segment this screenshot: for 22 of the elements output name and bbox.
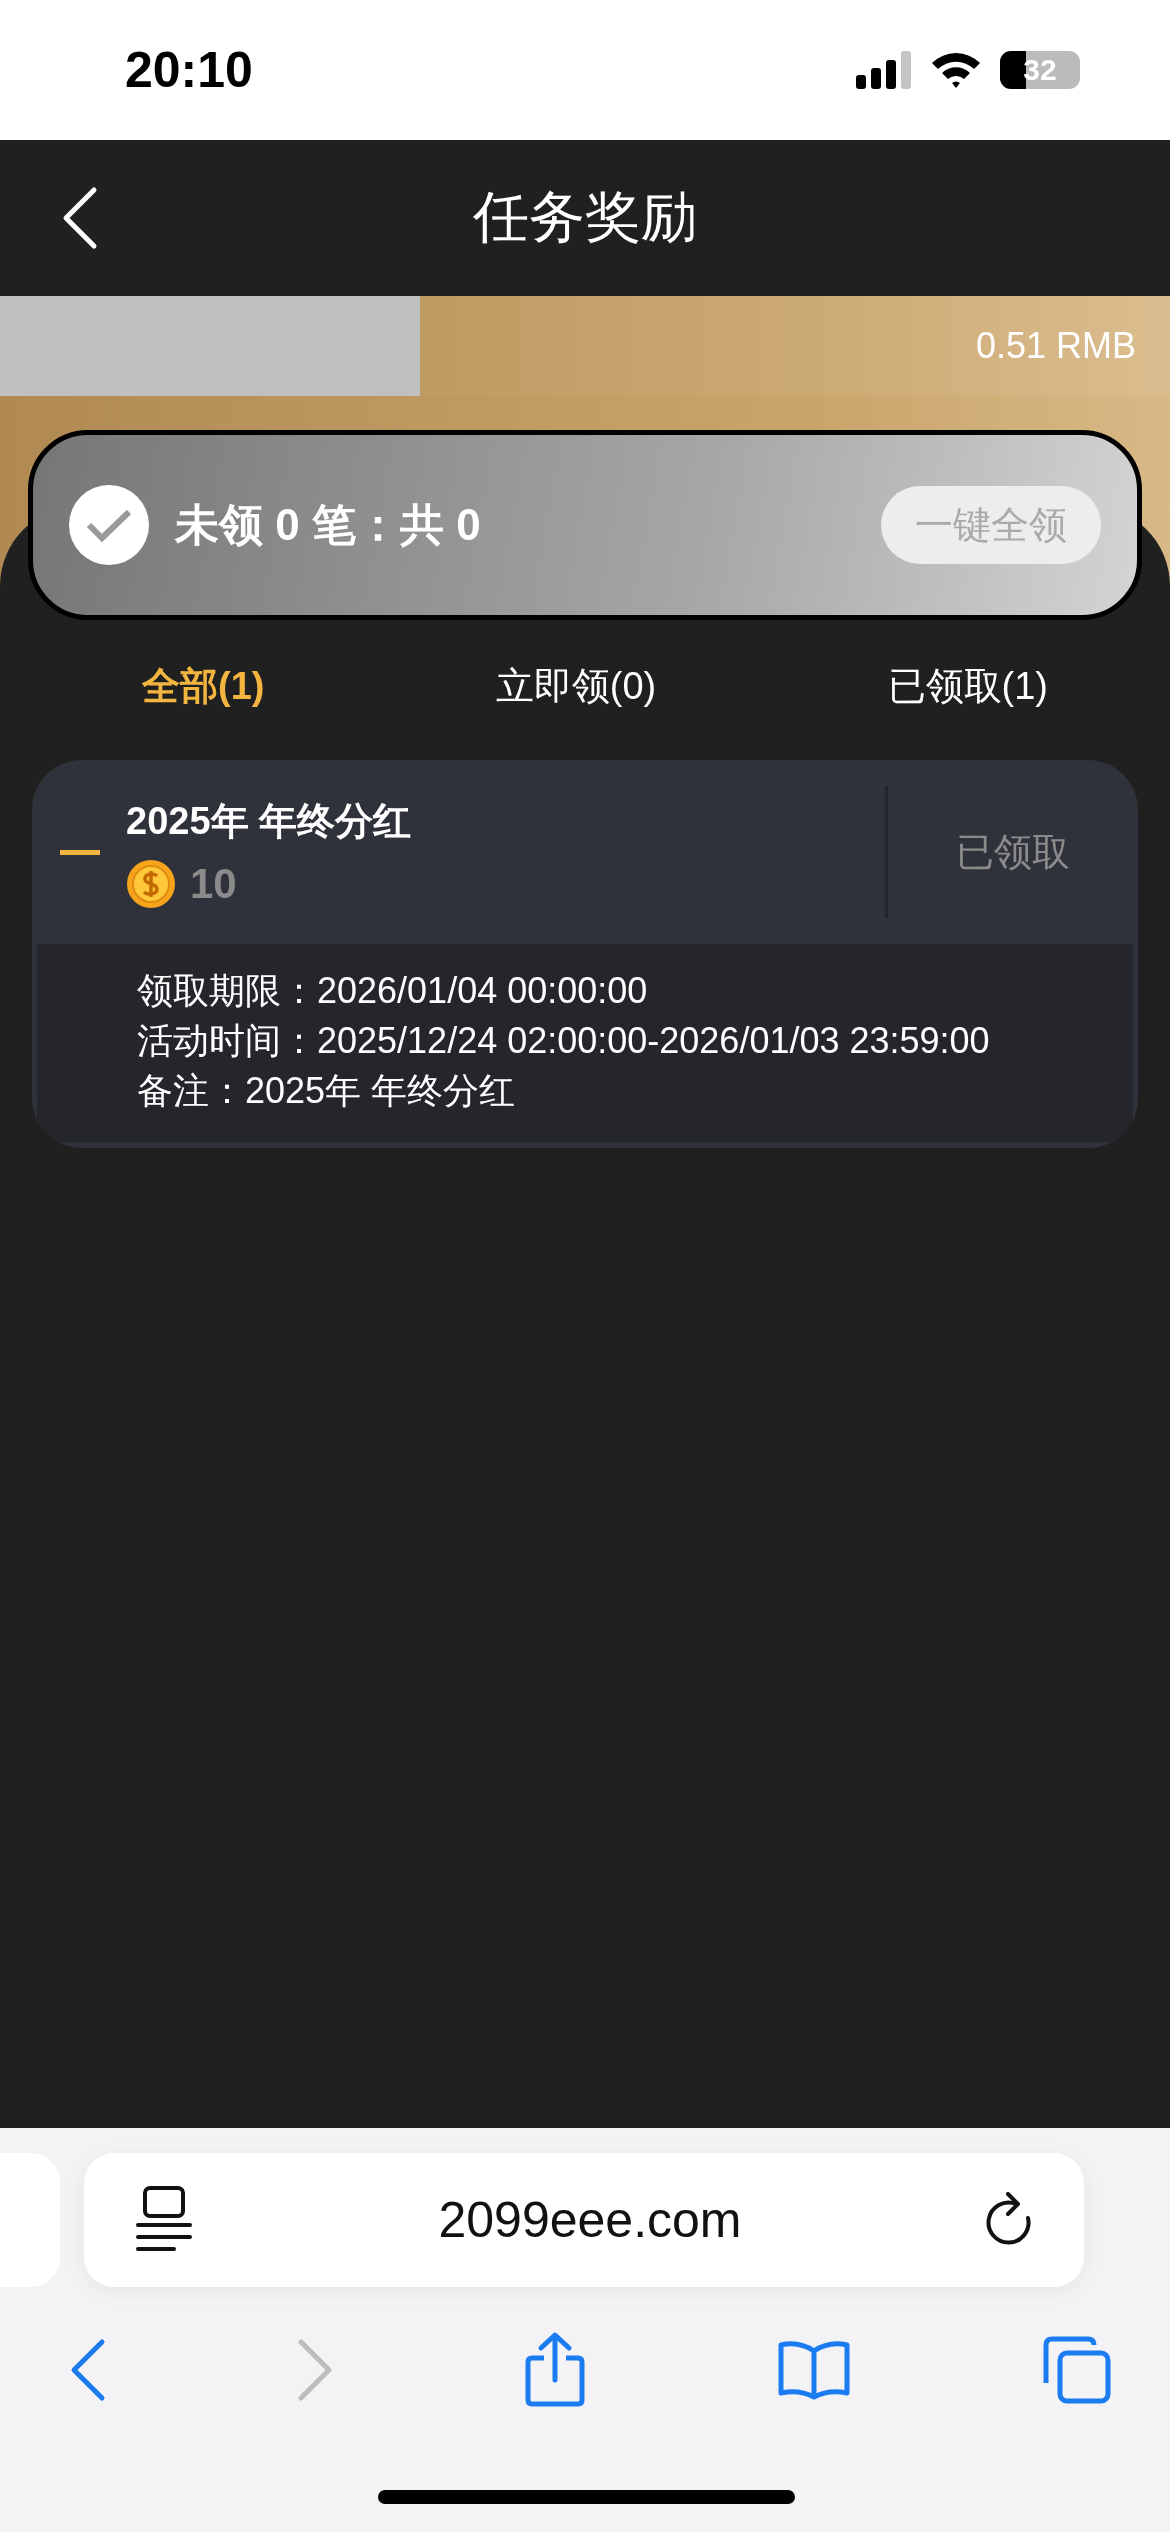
balance-amount: 0.51 RMB [975,325,1136,367]
tabs-icon[interactable] [1042,2335,1112,2405]
coin-icon [126,858,176,909]
claim-status: 已领取 [885,786,1138,918]
detail-text: 领取期限：2026/01/04 00:00:00 [137,969,649,1013]
detail-text: 活动时间：2025/12/24 02:00:00-2026/01/03 23:59:00 [137,1019,991,1063]
filter-tab[interactable]: 立即领(0) [485,656,667,716]
task-title: 2025年 年终分红 [126,798,413,844]
status-time: 20:10 [125,41,253,99]
share-icon[interactable] [524,2332,586,2408]
url-text: 2099eee.com [438,2191,742,2249]
wifi-icon [930,51,982,89]
address-bar[interactable]: 2099eee.com [84,2153,1084,2287]
page-title: 任务奖励 [473,184,697,250]
signal-icon [856,51,912,89]
filter-tab[interactable]: 全部(1) [132,656,275,716]
bookmarks-icon[interactable] [777,2339,851,2401]
summary-text: 未领 0 笔：共 0 [175,498,482,551]
detail-text: 备注：2025年 年终分红 [137,1069,517,1113]
reload-icon[interactable] [986,2192,1034,2248]
filter-tab[interactable]: 已领取(1) [877,656,1058,716]
reward-amount: 10 [190,859,237,908]
